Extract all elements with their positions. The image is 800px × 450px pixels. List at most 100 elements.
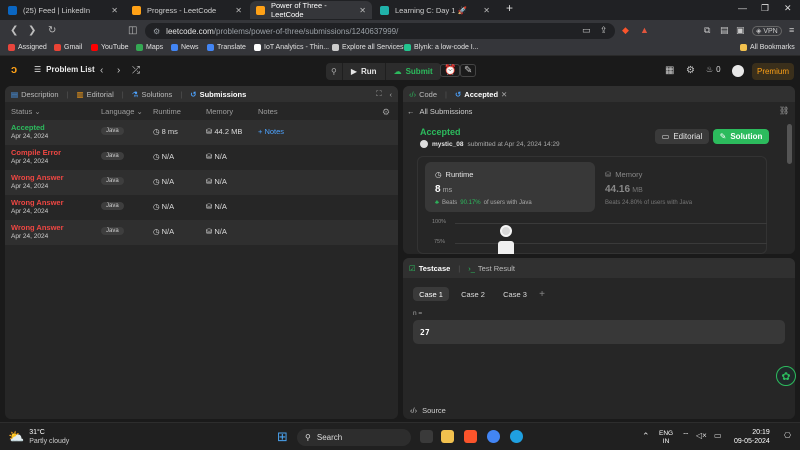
solution-button[interactable]: ✎ Solution — [713, 129, 769, 144]
close-icon[interactable]: ✕ — [111, 6, 118, 15]
run-button[interactable]: ▶ Run — [343, 63, 386, 80]
wallet-icon[interactable]: ▣ — [736, 25, 745, 36]
minimize-button[interactable]: — — [738, 3, 747, 13]
maximize-icon[interactable]: ⛶ — [376, 89, 381, 99]
add-case-button[interactable]: + — [536, 287, 548, 301]
browser-tab-progress[interactable]: Progress - LeetCode ✕ — [126, 1, 248, 19]
submission-status[interactable]: Wrong Answer — [11, 223, 64, 232]
share-icon[interactable]: ⇪ — [600, 25, 608, 36]
tab-editorial[interactable]: ▥ Editorial — [77, 90, 114, 99]
memory-card[interactable]: ⛁ Memory 44.16 MB Beats 24.80% of users w… — [599, 162, 763, 212]
distribution-bar[interactable] — [498, 241, 514, 254]
bookmark-assigned[interactable]: Assigned — [8, 44, 47, 51]
layout-icon[interactable]: ▦ — [665, 65, 674, 76]
sidebar-icon[interactable]: ▤ — [720, 25, 729, 36]
notifications-icon[interactable]: ⎔ — [784, 431, 791, 440]
avatar[interactable] — [732, 65, 744, 77]
scrollbar[interactable] — [787, 124, 792, 164]
tab-submissions[interactable]: ↺ Submissions — [190, 90, 246, 99]
task-view-icon[interactable] — [420, 430, 433, 443]
tab-solutions[interactable]: ⚗ Solutions — [132, 90, 173, 99]
clock[interactable]: 20:19 09-05-2024 — [734, 428, 770, 446]
leetcode-logo-icon[interactable]: ↄ — [11, 64, 17, 76]
debug-button[interactable]: ⚲ — [326, 63, 343, 80]
weather-widget[interactable]: ⛅ 31°C Partly cloudy — [8, 428, 69, 446]
add-notes-button[interactable]: + Notes — [258, 127, 284, 136]
vpn-button[interactable]: ◈ VPN — [752, 26, 782, 36]
forward-icon[interactable]: ❯ — [28, 25, 36, 36]
runtime-card[interactable]: ◷ Runtime 8 ms ♣ Beats 90.17% of users wi… — [425, 162, 595, 212]
close-icon[interactable]: ✕ — [483, 6, 490, 15]
tab-testcase[interactable]: ☑ Testcase — [409, 264, 450, 273]
tab-description[interactable]: ▤ Description — [11, 90, 59, 99]
browser-tab-learning-c[interactable]: Learning C: Day 1 🚀 ✕ — [374, 1, 496, 19]
premium-button[interactable]: Premium — [752, 63, 794, 80]
battery-icon[interactable]: ▭ — [714, 431, 722, 440]
window-close-button[interactable]: ✕ — [784, 3, 792, 14]
table-row[interactable]: Accepted Apr 24, 2024 Java ◷ 8 ms ⛁ 44.2… — [5, 120, 398, 145]
next-problem-icon[interactable]: › — [117, 65, 120, 76]
source-button[interactable]: ‹/› Source — [410, 406, 446, 415]
maximize-button[interactable]: ❐ — [761, 3, 769, 14]
bookmark-page-icon[interactable]: ◫ — [128, 25, 137, 36]
close-icon[interactable]: ✕ — [501, 90, 507, 99]
wifi-icon[interactable]: ⌔ — [682, 431, 690, 441]
coins-counter[interactable]: ♨ 0 — [706, 65, 721, 74]
table-row[interactable]: Wrong Answer Apr 24, 2024 Java ◷ N/A ⛁ N… — [5, 170, 398, 195]
submission-status[interactable]: Wrong Answer — [11, 198, 64, 207]
bookmark-iot-analytics[interactable]: IoT Analytics - Thin... — [254, 44, 329, 51]
testcase-input[interactable]: 27 — [413, 320, 785, 344]
bookmark-blynk[interactable]: Blynk: a low-code I... — [404, 44, 479, 51]
table-settings-icon[interactable]: ⚙ — [382, 107, 390, 118]
file-explorer-icon[interactable] — [441, 430, 454, 443]
all-submissions-link[interactable]: ← All Submissions — [407, 107, 472, 116]
reload-icon[interactable]: ↻ — [48, 25, 56, 36]
taskbar-search[interactable]: ⚲ Search — [297, 429, 411, 446]
settings-icon[interactable]: ⚙ — [686, 65, 695, 76]
windows-start-icon[interactable]: ⊞ — [277, 429, 288, 445]
back-icon[interactable]: ❮ — [10, 25, 18, 36]
link-icon[interactable]: ⛓ — [779, 106, 789, 115]
tray-overflow-icon[interactable]: ⌃ — [642, 431, 650, 442]
problem-list-button[interactable]: ☰ Problem List — [34, 65, 95, 74]
case-tab-3[interactable]: Case 3 — [497, 287, 533, 301]
all-bookmarks[interactable]: All Bookmarks — [740, 44, 795, 51]
notes-icon[interactable]: ✎ — [460, 64, 477, 77]
table-row[interactable]: Compile Error Apr 24, 2024 Java ◷ N/A ⛁ … — [5, 145, 398, 170]
submit-button[interactable]: ☁ Submit — [386, 63, 441, 80]
header-language[interactable]: Language ⌄ — [101, 107, 143, 116]
tab-test-result[interactable]: ›_ Test Result — [468, 264, 515, 273]
page-action-icon[interactable]: ▭ — [582, 25, 591, 36]
shuffle-icon[interactable]: ⤮ — [132, 65, 140, 76]
brave-browser-icon[interactable] — [464, 430, 477, 443]
bookmark-translate[interactable]: Translate — [207, 44, 246, 51]
submission-status[interactable]: Compile Error — [11, 148, 61, 157]
username[interactable]: mystic_08 — [432, 141, 463, 148]
close-icon[interactable]: ✕ — [235, 6, 242, 15]
edge-icon[interactable] — [510, 430, 523, 443]
case-tab-1[interactable]: Case 1 — [413, 287, 449, 301]
bookmark-explore-services[interactable]: Explore all Services — [332, 44, 403, 51]
submission-status[interactable]: Wrong Answer — [11, 173, 64, 182]
new-tab-button[interactable]: + — [506, 1, 513, 15]
tab-accepted[interactable]: ↺ Accepted ✕ — [455, 90, 507, 99]
brave-rewards-icon[interactable]: ▲ — [640, 25, 649, 35]
tab-code[interactable]: ‹/› Code — [409, 90, 437, 99]
case-tab-2[interactable]: Case 2 — [455, 287, 491, 301]
editorial-button[interactable]: ▭ Editorial — [655, 129, 709, 144]
volume-icon[interactable]: ◁× — [696, 431, 707, 440]
address-bar[interactable]: ⚙ leetcode.com/problems/power-of-three/s… — [145, 23, 615, 39]
prev-problem-icon[interactable]: ‹ — [100, 65, 103, 76]
collapse-icon[interactable]: ‹ — [390, 90, 393, 99]
bookmark-gmail[interactable]: Gmail — [54, 44, 82, 51]
language-indicator[interactable]: ENG IN — [659, 430, 673, 446]
bookmark-youtube[interactable]: YouTube — [91, 44, 129, 51]
ai-assistant-icon[interactable]: ✿ — [776, 366, 796, 386]
menu-icon[interactable]: ≡ — [789, 25, 794, 35]
site-info-icon[interactable]: ⚙ — [153, 27, 160, 36]
chrome-icon[interactable] — [487, 430, 500, 443]
bookmark-maps[interactable]: Maps — [136, 44, 163, 51]
bookmark-news[interactable]: News — [171, 44, 199, 51]
table-row[interactable]: Wrong Answer Apr 24, 2024 Java ◷ N/A ⛁ N… — [5, 195, 398, 220]
table-row[interactable]: Wrong Answer Apr 24, 2024 Java ◷ N/A ⛁ N… — [5, 220, 398, 245]
